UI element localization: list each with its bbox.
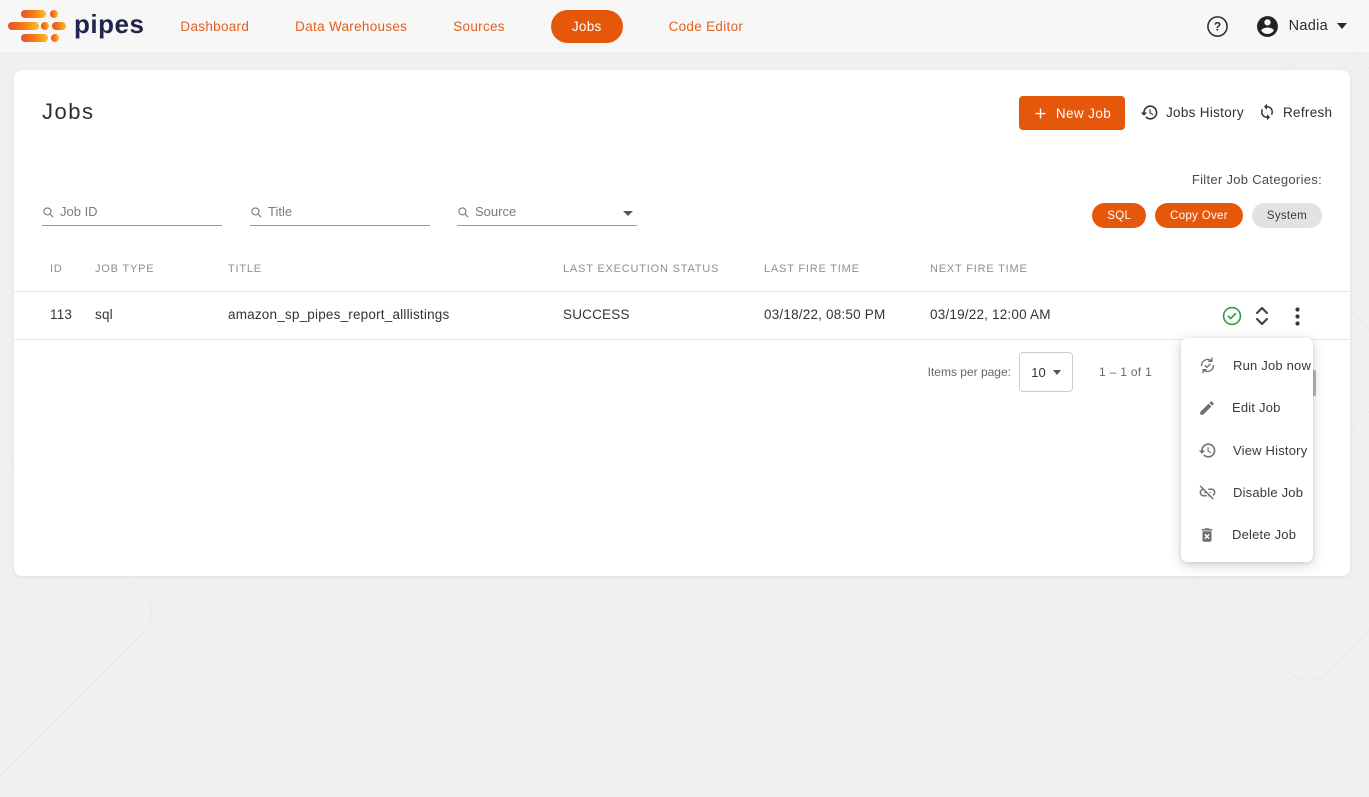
row-actions-menu-icon[interactable] — [1286, 305, 1308, 327]
job-id-filter-field — [42, 196, 222, 226]
source-select-input[interactable] — [475, 204, 605, 219]
avatar-icon — [1255, 14, 1280, 39]
jobs-history-button[interactable]: Jobs History — [1140, 103, 1244, 122]
help-icon[interactable]: ? — [1206, 15, 1229, 38]
search-icon — [42, 206, 55, 219]
page-title: Jobs — [42, 99, 94, 125]
search-icon — [457, 206, 470, 219]
check-circle-icon — [1221, 305, 1243, 327]
cell-id: 113 — [50, 307, 72, 322]
delete-icon — [1198, 526, 1216, 544]
main-nav: Dashboard Data Warehouses Sources Jobs C… — [180, 10, 743, 43]
expand-collapse-icon[interactable] — [1251, 305, 1273, 327]
chip-system[interactable]: System — [1252, 203, 1322, 228]
chip-copy-over[interactable]: Copy Over — [1155, 203, 1243, 228]
nav-item-code-editor[interactable]: Code Editor — [669, 19, 744, 34]
new-job-button[interactable]: New Job — [1019, 96, 1125, 130]
svg-text:?: ? — [1213, 19, 1220, 33]
job-id-input[interactable] — [60, 204, 190, 219]
source-filter-field[interactable] — [457, 196, 637, 226]
col-job-type: JOB TYPE — [95, 263, 154, 275]
cell-job-type: sql — [95, 307, 113, 322]
user-name: Nadia — [1289, 18, 1328, 34]
pipes-logo-icon — [8, 7, 66, 45]
menu-item-view-history[interactable]: View History — [1181, 429, 1313, 471]
history-icon — [1140, 103, 1159, 122]
cell-last-execution-status: SUCCESS — [563, 307, 630, 322]
refresh-button[interactable]: Refresh — [1258, 103, 1332, 121]
table-header: ID JOB TYPE TITLE LAST EXECUTION STATUS … — [14, 248, 1350, 292]
col-title: TITLE — [228, 263, 262, 275]
pagination-range: 1 – 1 of 1 — [1099, 365, 1179, 379]
cell-title: amazon_sp_pipes_report_alllistings — [228, 307, 449, 322]
row-actions-menu: Run Job now Edit Job View History Disabl… — [1181, 338, 1313, 562]
history-icon — [1198, 441, 1217, 460]
disable-icon — [1198, 483, 1217, 502]
table-row[interactable]: 113 sql amazon_sp_pipes_report_alllistin… — [14, 292, 1350, 340]
category-chips: SQL Copy Over System — [1092, 203, 1322, 228]
col-next-fire-time: NEXT FIRE TIME — [930, 263, 1028, 275]
title-filter-field — [250, 196, 430, 226]
edit-icon — [1198, 399, 1216, 417]
cell-last-fire-time: 03/18/22, 08:50 PM — [764, 307, 885, 322]
col-id: ID — [50, 263, 63, 275]
title-input[interactable] — [268, 204, 398, 219]
col-last-execution-status: LAST EXECUTION STATUS — [563, 263, 719, 275]
user-menu[interactable]: Nadia — [1255, 14, 1347, 39]
refresh-icon — [1258, 103, 1276, 121]
nav-item-dashboard[interactable]: Dashboard — [180, 19, 249, 34]
plus-icon — [1033, 106, 1048, 121]
run-job-icon — [1198, 356, 1217, 375]
brand-logo[interactable]: pipes — [8, 7, 144, 45]
menu-item-edit-job[interactable]: Edit Job — [1181, 386, 1313, 428]
menu-item-delete-job[interactable]: Delete Job — [1181, 514, 1313, 556]
brand-name: pipes — [74, 9, 144, 40]
chevron-down-icon — [1053, 370, 1061, 375]
nav-item-data-warehouses[interactable]: Data Warehouses — [295, 19, 407, 34]
items-per-page-select[interactable]: 10 — [1019, 352, 1073, 392]
jobs-card: Jobs New Job Jobs History Refresh Filter… — [14, 70, 1350, 576]
col-last-fire-time: LAST FIRE TIME — [764, 263, 860, 275]
chevron-down-icon — [1337, 23, 1347, 29]
nav-item-sources[interactable]: Sources — [453, 19, 505, 34]
cell-next-fire-time: 03/19/22, 12:00 AM — [930, 307, 1051, 322]
menu-item-run-job-now[interactable]: Run Job now — [1181, 344, 1313, 386]
chevron-down-icon — [623, 211, 633, 216]
top-navigation-bar: pipes Dashboard Data Warehouses Sources … — [0, 0, 1369, 52]
search-icon — [250, 206, 263, 219]
items-per-page-label: Items per page: — [928, 365, 1011, 379]
nav-item-jobs[interactable]: Jobs — [551, 10, 623, 43]
filter-categories-label: Filter Job Categories: — [1192, 172, 1322, 187]
chip-sql[interactable]: SQL — [1092, 203, 1146, 228]
menu-item-disable-job[interactable]: Disable Job — [1181, 471, 1313, 513]
